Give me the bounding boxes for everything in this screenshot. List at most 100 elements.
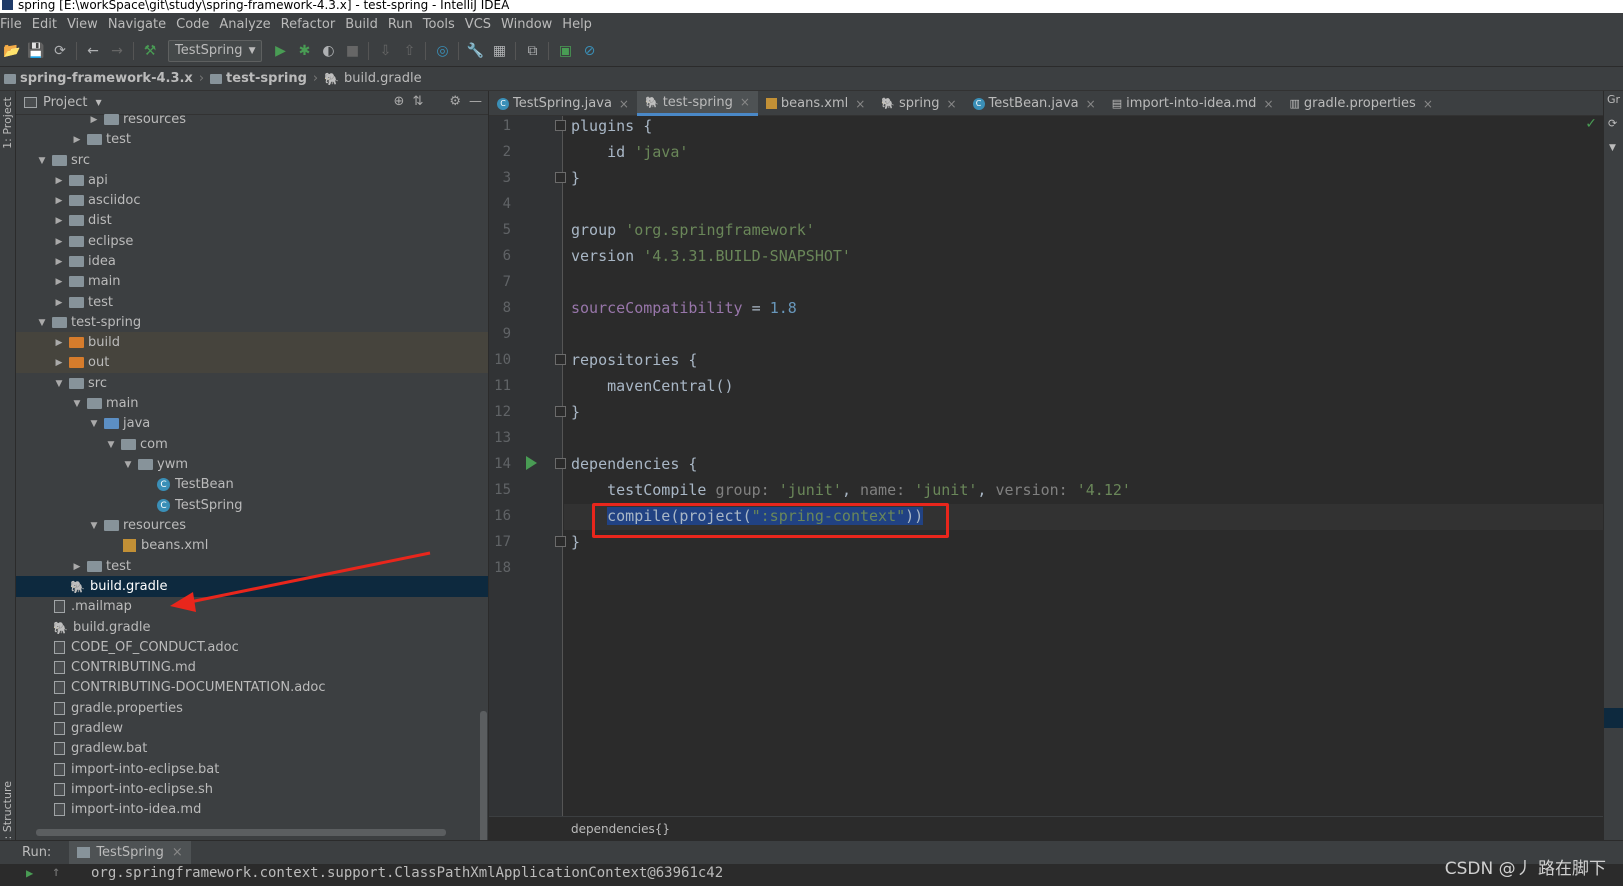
tree-item[interactable]: .mailmap — [16, 596, 488, 617]
expand-arrow-icon[interactable]: ▶ — [53, 196, 65, 206]
project-structure-icon[interactable]: ▦ — [487, 39, 511, 63]
collapse-arrow-icon[interactable]: ▼ — [88, 521, 100, 531]
menu-tools[interactable]: Tools — [423, 17, 461, 32]
tree-item[interactable]: ▶ api — [16, 170, 488, 191]
tree-item[interactable]: ▼ src — [16, 373, 488, 394]
tree-item[interactable]: ▼ test-spring — [16, 312, 488, 333]
debug-icon[interactable]: ✱ — [292, 39, 316, 63]
tab-import-into-idea-md[interactable]: ▤ import-into-idea.md × — [1104, 91, 1282, 116]
forward-icon[interactable]: → — [105, 39, 129, 63]
collapse-arrow-icon[interactable]: ▼ — [36, 318, 48, 328]
tree-item[interactable]: beans.xml — [16, 535, 488, 556]
open-folder-icon[interactable]: 📂 — [0, 39, 24, 63]
menu-analyze[interactable]: Analyze — [219, 17, 276, 32]
coverage-icon[interactable]: ◐ — [316, 39, 340, 63]
scroll-up-icon[interactable]: ↑ — [52, 864, 60, 880]
menu-refactor[interactable]: Refactor — [281, 17, 342, 32]
crumb-root[interactable]: spring-framework-4.3.x — [4, 71, 193, 86]
fold-marker-icon[interactable] — [555, 406, 566, 417]
collapse-arrow-icon[interactable]: ▼ — [105, 440, 117, 450]
project-horizontal-scrollbar[interactable] — [36, 829, 446, 836]
save-all-icon[interactable]: 💾 — [24, 39, 48, 63]
settings-wrench-icon[interactable]: 🔧 — [463, 39, 487, 63]
breadcrumb-dependencies[interactable]: dependencies{} — [571, 822, 670, 836]
collapse-arrow-icon[interactable]: ▼ — [53, 379, 65, 389]
tree-item[interactable]: gradlew.bat — [16, 738, 488, 759]
close-icon[interactable]: × — [740, 95, 750, 109]
expand-arrow-icon[interactable]: ▶ — [53, 298, 65, 308]
tree-item[interactable]: 🐘 build.gradle — [16, 617, 488, 638]
back-icon[interactable]: ← — [81, 39, 105, 63]
menu-vcs[interactable]: VCS — [465, 17, 497, 32]
collapse-all-icon[interactable]: ⇅ — [412, 94, 423, 109]
tree-item[interactable]: ▶ out — [16, 352, 488, 373]
expand-arrow-icon[interactable]: ▶ — [53, 277, 65, 287]
tree-item[interactable]: ▶ eclipse — [16, 231, 488, 252]
tree-item[interactable]: ▼ resources — [16, 515, 488, 536]
expand-arrow-icon[interactable]: ▶ — [53, 358, 65, 368]
expand-arrow-icon[interactable]: ▶ — [71, 135, 83, 145]
structure-tool-button[interactable]: Z: Structure — [1, 781, 14, 847]
run-tab-testspring[interactable]: TestSpring × — [69, 840, 191, 865]
tree-item[interactable]: ▶ dist — [16, 210, 488, 231]
project-view-select[interactable]: Project — [43, 95, 87, 110]
fold-marker-icon[interactable] — [555, 458, 566, 469]
expand-arrow-icon[interactable]: ▶ — [53, 257, 65, 267]
menu-build[interactable]: Build — [345, 17, 384, 32]
vcs-update-icon[interactable]: ⇩ — [373, 39, 397, 63]
vcs-commit-icon[interactable]: ⇧ — [397, 39, 421, 63]
collapse-arrow-icon[interactable]: ▼ — [36, 156, 48, 166]
menu-file[interactable]: File — [0, 17, 28, 32]
expand-arrow-icon[interactable]: ▶ — [53, 237, 65, 247]
run-console[interactable]: ▶ ↑ org.springframework.context.support.… — [0, 864, 1623, 886]
crumb-file[interactable]: 🐘 build.gradle — [324, 71, 421, 86]
menu-help[interactable]: Help — [562, 17, 598, 32]
tree-item[interactable]: gradle.properties — [16, 698, 488, 719]
close-icon[interactable]: × — [619, 97, 629, 111]
build-hammer-icon[interactable]: ⚒ — [138, 39, 162, 63]
fold-marker-icon[interactable] — [555, 120, 566, 131]
tree-item[interactable]: CONTRIBUTING-DOCUMENTATION.adoc — [16, 677, 488, 698]
tree-item[interactable]: ▼ main — [16, 393, 488, 414]
tree-item[interactable]: import-into-idea.md — [16, 799, 488, 820]
crumb-module[interactable]: test-spring — [210, 71, 307, 86]
project-tool-button[interactable]: 1: Project — [1, 97, 14, 149]
inspection-ok-icon[interactable]: ✓ — [1585, 116, 1597, 132]
tree-item[interactable]: C TestBean — [16, 474, 488, 495]
tree-item[interactable]: ▼ ywm — [16, 454, 488, 475]
tree-item[interactable]: ▶ test — [16, 292, 488, 313]
tree-item-selected[interactable]: 🐘 build.gradle — [16, 576, 488, 597]
gear-icon[interactable]: ⚙ — [449, 94, 461, 109]
close-icon[interactable]: × — [172, 845, 183, 860]
menu-navigate[interactable]: Navigate — [108, 17, 172, 32]
tree-item[interactable]: CODE_OF_CONDUCT.adoc — [16, 637, 488, 658]
expand-arrow-icon[interactable]: ▶ — [53, 176, 65, 186]
tab-beans-xml[interactable]: beans.xml × — [758, 91, 873, 116]
tab-testbean-java[interactable]: C TestBean.java × — [965, 91, 1104, 116]
collapse-arrow-icon[interactable]: ▼ — [122, 460, 134, 470]
tab-spring[interactable]: 🐘 spring × — [873, 91, 964, 116]
run-icon[interactable]: ▶ — [268, 39, 292, 63]
tree-item[interactable]: ▶ test — [16, 129, 488, 150]
expand-arrow-icon[interactable]: ▶ — [53, 216, 65, 226]
close-icon[interactable]: × — [855, 97, 865, 111]
refresh-icon[interactable]: ⟳ — [1608, 117, 1617, 130]
close-icon[interactable]: × — [1263, 97, 1273, 111]
close-icon[interactable]: × — [946, 97, 956, 111]
expand-arrow-icon[interactable]: ▶ — [88, 115, 100, 125]
menu-view[interactable]: View — [67, 17, 104, 32]
expand-arrow-icon[interactable]: ▶ — [53, 338, 65, 348]
locate-icon[interactable]: ⊕ — [394, 94, 405, 109]
tree-item[interactable]: ▼ com — [16, 434, 488, 455]
tree-item[interactable]: import-into-eclipse.bat — [16, 759, 488, 780]
tree-item[interactable]: CONTRIBUTING.md — [16, 657, 488, 678]
tree-item[interactable]: import-into-eclipse.sh — [16, 779, 488, 800]
sdk-icon[interactable]: ⧉ — [520, 39, 544, 63]
menu-run[interactable]: Run — [388, 17, 419, 32]
expand-arrow-icon[interactable]: ▶ — [71, 562, 83, 572]
chevron-down-icon[interactable]: ▼ — [95, 98, 101, 107]
code-editor[interactable]: 1 2 3 4 5 6 7 8 9 10 11 12 13 14 15 16 1… — [489, 116, 1603, 816]
tab-gradle-properties[interactable]: ▥ gradle.properties × — [1282, 91, 1441, 116]
tree-item[interactable]: ▶ build — [16, 332, 488, 353]
hide-icon[interactable]: — — [469, 94, 482, 109]
